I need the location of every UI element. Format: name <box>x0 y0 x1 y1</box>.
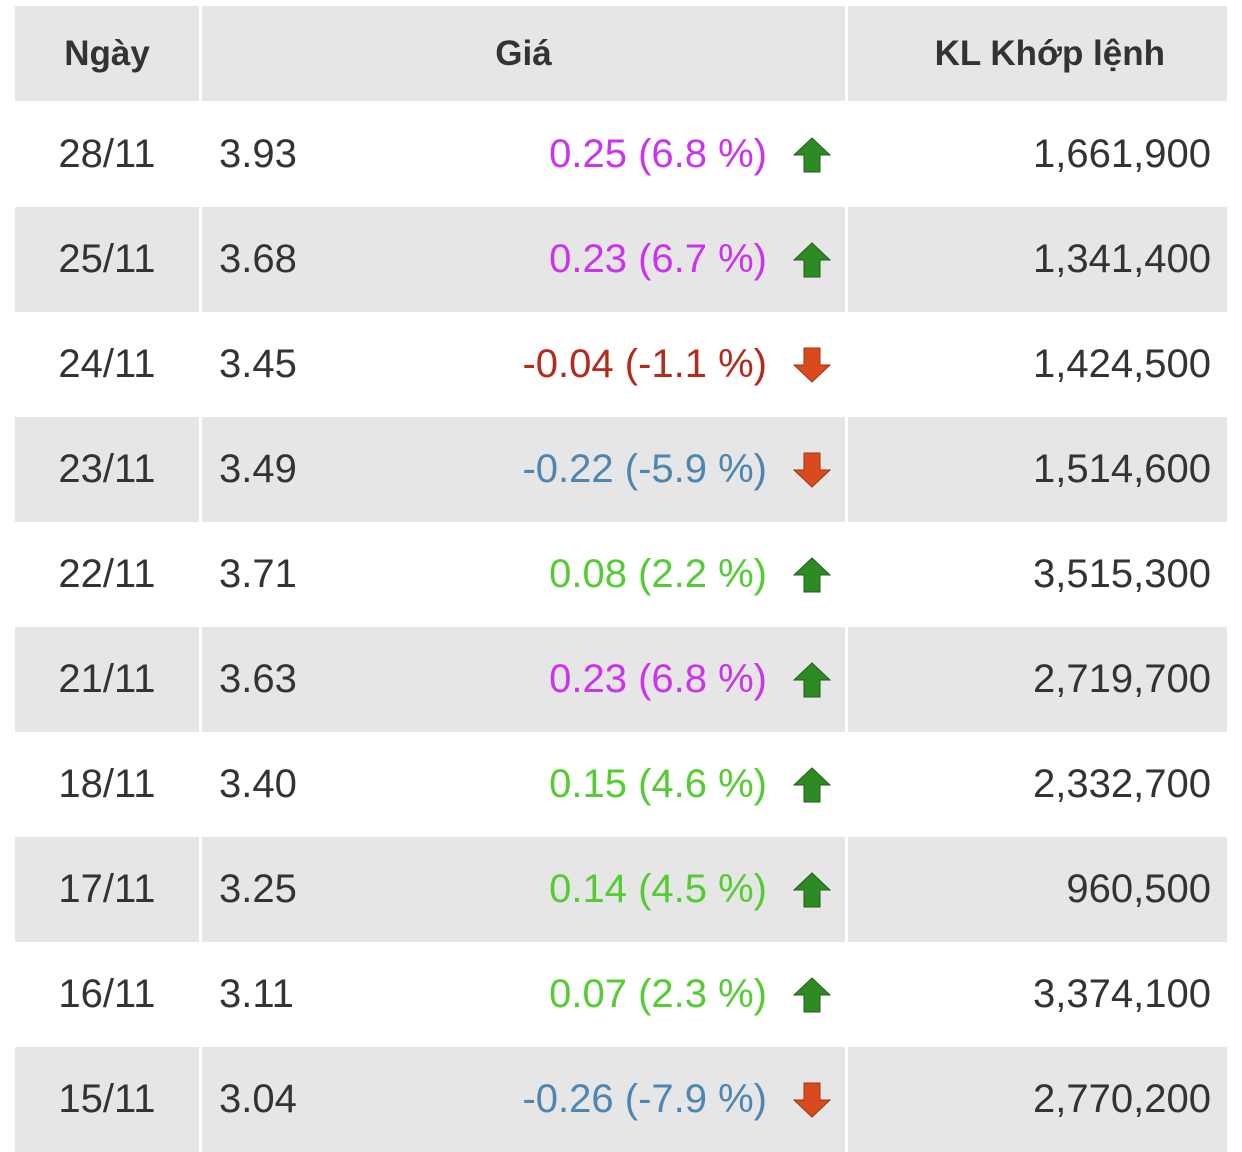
arrow-up-icon <box>792 242 832 278</box>
volume-cell: 2,770,200 <box>848 1047 1227 1152</box>
price-cell: 3.71 0.08 (2.2 %) <box>202 522 845 627</box>
table-row: 17/11 3.25 0.14 (4.5 %) 960,500 <box>0 837 1242 942</box>
table-row: 24/11 3.45 -0.04 (-1.1 %) 1,424,500 <box>0 312 1242 417</box>
arrow-up-icon <box>792 137 832 173</box>
row-volume: 1,661,900 <box>1033 132 1211 176</box>
table-row: 28/11 3.93 0.25 (6.8 %) 1,661,900 <box>0 102 1242 207</box>
date-cell: 18/11 <box>15 732 199 837</box>
arrow-up-icon <box>792 662 832 698</box>
row-change: 0.07 (2.3 %) <box>549 972 767 1016</box>
arrow-up-icon <box>792 557 832 593</box>
row-volume: 960,500 <box>1066 867 1211 911</box>
row-date: 22/11 <box>58 552 156 596</box>
row-change: -0.26 (-7.9 %) <box>522 1077 767 1121</box>
date-cell: 23/11 <box>15 417 199 522</box>
row-close-price: 3.93 <box>219 132 297 176</box>
row-close-price: 3.11 <box>219 972 294 1016</box>
price-cell: 3.68 0.23 (6.7 %) <box>202 207 845 312</box>
table-row: 18/11 3.40 0.15 (4.6 %) 2,332,700 <box>0 732 1242 837</box>
row-volume: 1,424,500 <box>1033 342 1211 386</box>
header-volume-cell: KL Khớp lệnh <box>848 6 1227 101</box>
date-cell: 25/11 <box>15 207 199 312</box>
price-cell: 3.93 0.25 (6.8 %) <box>202 102 845 207</box>
row-change: 0.08 (2.2 %) <box>549 552 767 596</box>
table-row: 16/11 3.11 0.07 (2.3 %) 3,374,100 <box>0 942 1242 1047</box>
table-row: 15/11 3.04 -0.26 (-7.9 %) 2,770,200 <box>0 1047 1242 1152</box>
price-cell: 3.40 0.15 (4.6 %) <box>202 732 845 837</box>
volume-cell: 1,341,400 <box>848 207 1227 312</box>
row-close-price: 3.25 <box>219 867 297 911</box>
row-close-price: 3.49 <box>219 447 297 491</box>
date-cell: 16/11 <box>15 942 199 1047</box>
price-cell: 3.04 -0.26 (-7.9 %) <box>202 1047 845 1152</box>
table-header: Ngày Giá KL Khớp lệnh <box>0 0 1242 105</box>
table-row: 22/11 3.71 0.08 (2.2 %) 3,515,300 <box>0 522 1242 627</box>
volume-cell: 3,515,300 <box>848 522 1227 627</box>
volume-cell: 1,661,900 <box>848 102 1227 207</box>
row-volume: 2,719,700 <box>1033 657 1211 701</box>
table-row: 21/11 3.63 0.23 (6.8 %) 2,719,700 <box>0 627 1242 732</box>
arrow-up-icon <box>792 872 832 908</box>
row-volume: 1,341,400 <box>1033 237 1211 281</box>
row-change: -0.22 (-5.9 %) <box>522 447 767 491</box>
price-cell: 3.25 0.14 (4.5 %) <box>202 837 845 942</box>
row-volume: 2,332,700 <box>1033 762 1211 806</box>
row-change: 0.25 (6.8 %) <box>549 132 767 176</box>
row-close-price: 3.45 <box>219 342 297 386</box>
arrow-down-icon <box>792 452 832 488</box>
row-volume: 3,515,300 <box>1033 552 1211 596</box>
row-date: 15/11 <box>58 1077 156 1121</box>
arrow-down-icon <box>792 347 832 383</box>
price-cell: 3.49 -0.22 (-5.9 %) <box>202 417 845 522</box>
row-close-price: 3.40 <box>219 762 297 806</box>
header-volume: KL Khớp lệnh <box>934 34 1165 73</box>
price-cell: 3.11 0.07 (2.3 %) <box>202 942 845 1047</box>
table-row: 23/11 3.49 -0.22 (-5.9 %) 1,514,600 <box>0 417 1242 522</box>
volume-cell: 1,514,600 <box>848 417 1227 522</box>
price-cell: 3.63 0.23 (6.8 %) <box>202 627 845 732</box>
price-cell: 3.45 -0.04 (-1.1 %) <box>202 312 845 417</box>
header-date: Ngày <box>64 34 150 73</box>
volume-cell: 2,719,700 <box>848 627 1227 732</box>
volume-cell: 3,374,100 <box>848 942 1227 1047</box>
date-cell: 15/11 <box>15 1047 199 1152</box>
volume-cell: 2,332,700 <box>848 732 1227 837</box>
row-close-price: 3.71 <box>219 552 297 596</box>
date-cell: 24/11 <box>15 312 199 417</box>
row-change: 0.15 (4.6 %) <box>549 762 767 806</box>
row-date: 17/11 <box>58 867 156 911</box>
date-cell: 21/11 <box>15 627 199 732</box>
row-volume: 3,374,100 <box>1033 972 1211 1016</box>
volume-cell: 1,424,500 <box>848 312 1227 417</box>
row-date: 25/11 <box>58 237 156 281</box>
header-price: Giá <box>495 34 552 73</box>
header-date-cell: Ngày <box>15 6 199 101</box>
row-date: 21/11 <box>58 657 156 701</box>
row-date: 16/11 <box>58 972 156 1016</box>
row-change: 0.23 (6.7 %) <box>549 237 767 281</box>
date-cell: 28/11 <box>15 102 199 207</box>
row-date: 24/11 <box>58 342 156 386</box>
row-close-price: 3.63 <box>219 657 297 701</box>
row-volume: 2,770,200 <box>1033 1077 1211 1121</box>
header-price-cell: Giá <box>202 6 845 101</box>
row-date: 23/11 <box>58 447 156 491</box>
arrow-up-icon <box>792 977 832 1013</box>
row-change: 0.23 (6.8 %) <box>549 657 767 701</box>
date-cell: 22/11 <box>15 522 199 627</box>
row-date: 18/11 <box>58 762 156 806</box>
table-row: 25/11 3.68 0.23 (6.7 %) 1,341,400 <box>0 207 1242 312</box>
row-change: 0.14 (4.5 %) <box>549 867 767 911</box>
row-volume: 1,514,600 <box>1033 447 1211 491</box>
row-close-price: 3.04 <box>219 1077 297 1121</box>
date-cell: 17/11 <box>15 837 199 942</box>
row-change: -0.04 (-1.1 %) <box>522 342 767 386</box>
row-close-price: 3.68 <box>219 237 297 281</box>
arrow-up-icon <box>792 767 832 803</box>
volume-cell: 960,500 <box>848 837 1227 942</box>
price-history-table: Ngày Giá KL Khớp lệnh 28/11 3.93 0.25 (6.8… <box>0 0 1242 1152</box>
arrow-down-icon <box>792 1082 832 1118</box>
row-date: 28/11 <box>58 132 156 176</box>
